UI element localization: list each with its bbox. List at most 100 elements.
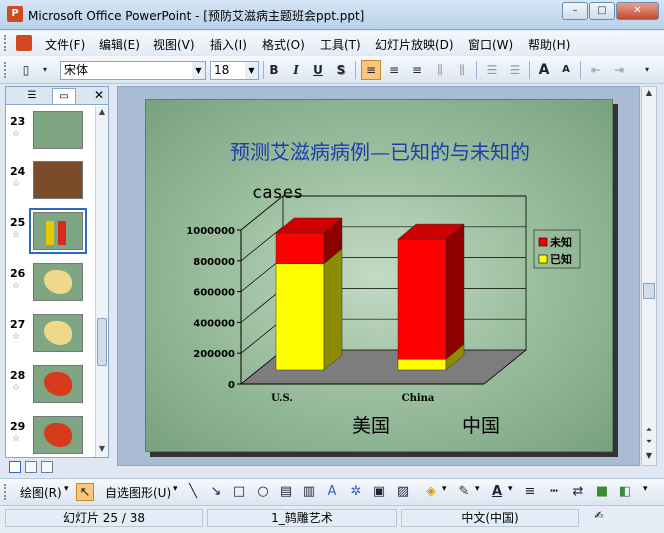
shadow-style-icon[interactable]: ■ bbox=[593, 483, 611, 501]
slide-thumbnail[interactable] bbox=[33, 416, 83, 454]
slide-thumbnail[interactable] bbox=[33, 365, 83, 403]
slide-thumbnail-row[interactable]: 29 ☆ bbox=[6, 411, 94, 457]
fill-color-icon[interactable]: ◈ bbox=[422, 483, 440, 501]
slide-thumbnail[interactable] bbox=[33, 314, 83, 352]
pane-scrollbar[interactable]: ▲ ▼ bbox=[95, 106, 108, 457]
slide-thumbnail[interactable] bbox=[33, 111, 83, 149]
previous-slide-icon[interactable]: ⏶ bbox=[643, 425, 655, 437]
slide-thumbnail-row[interactable]: 23 ☆ bbox=[6, 106, 94, 156]
pane-close-icon[interactable]: ✕ bbox=[94, 88, 104, 102]
toolbar-options-icon[interactable]: ▾ bbox=[643, 484, 648, 494]
underline-button[interactable]: U bbox=[308, 60, 328, 80]
slide-thumbnail-row[interactable]: 25 ☆ bbox=[6, 207, 94, 257]
select-pointer-icon[interactable]: ↖ bbox=[76, 483, 94, 501]
powerpoint-app-icon[interactable]: P bbox=[7, 6, 23, 22]
slide-sorter-view-icon[interactable] bbox=[25, 461, 37, 473]
numbered-list-icon[interactable]: ☰ bbox=[482, 60, 502, 80]
font-size-select[interactable]: 18 ▼ bbox=[210, 61, 259, 80]
slide-scrollbar[interactable]: ▲ ⏶ ⏷ ▼ bbox=[641, 86, 657, 466]
scroll-down-icon[interactable]: ▼ bbox=[97, 444, 107, 456]
slide-thumbnail-selected[interactable] bbox=[29, 208, 87, 254]
slide-thumbnail-row[interactable]: 24 ☆ bbox=[6, 156, 94, 206]
chevron-down-icon[interactable]: ▾ bbox=[173, 484, 178, 494]
document-icon[interactable] bbox=[16, 35, 32, 51]
vertical-textbox-icon[interactable]: ▥ bbox=[300, 483, 318, 501]
picture-icon[interactable]: ▨ bbox=[394, 483, 412, 501]
current-slide[interactable]: 预测艾滋病病例—已知的与未知的 cases 0 200000 400000 60000… bbox=[145, 99, 613, 452]
menu-file[interactable]: 文件(F) bbox=[45, 36, 85, 53]
new-document-icon[interactable]: ▯ bbox=[16, 60, 36, 80]
minimize-button[interactable]: – bbox=[562, 2, 588, 20]
spelling-check-icon[interactable]: ✍ bbox=[590, 509, 608, 525]
shrink-font-button[interactable]: A bbox=[556, 60, 576, 80]
diagram-icon[interactable]: ✲ bbox=[347, 483, 365, 501]
slide-thumbnail[interactable] bbox=[33, 263, 83, 301]
scroll-up-icon[interactable]: ▲ bbox=[643, 88, 655, 100]
grow-font-button[interactable]: A bbox=[534, 60, 554, 80]
chevron-down-icon[interactable]: ▾ bbox=[442, 484, 447, 494]
scrollbar-thumb[interactable] bbox=[643, 283, 655, 299]
menu-slideshow[interactable]: 幻灯片放映(D) bbox=[375, 36, 454, 53]
menu-edit[interactable]: 编辑(E) bbox=[99, 36, 140, 53]
line-style-icon[interactable]: ≡ bbox=[521, 483, 539, 501]
line-color-icon[interactable]: ✎ bbox=[455, 483, 473, 501]
shadow-button[interactable]: S bbox=[331, 60, 351, 80]
menu-window[interactable]: 窗口(W) bbox=[468, 36, 513, 53]
toolbar-grip-handle[interactable] bbox=[4, 62, 8, 78]
menu-view[interactable]: 视图(V) bbox=[153, 36, 195, 53]
font-color-icon[interactable]: A bbox=[488, 483, 506, 501]
arrow-style-icon[interactable]: ⇄ bbox=[569, 483, 587, 501]
textbox-tool-icon[interactable]: ▤ bbox=[277, 483, 295, 501]
menu-tools[interactable]: 工具(T) bbox=[320, 36, 361, 53]
slideshow-view-icon[interactable] bbox=[41, 461, 53, 473]
slide-thumbnail-row[interactable]: 27 ☆ bbox=[6, 309, 94, 359]
wordart-icon[interactable]: A bbox=[323, 483, 341, 501]
chevron-down-icon[interactable]: ▼ bbox=[192, 62, 205, 79]
bulleted-list-icon[interactable]: ☰ bbox=[505, 60, 525, 80]
slide-thumbnail[interactable] bbox=[33, 161, 83, 199]
clipart-icon[interactable]: ▣ bbox=[370, 483, 388, 501]
next-slide-icon[interactable]: ⏷ bbox=[643, 437, 655, 449]
3d-style-icon[interactable]: ◧ bbox=[616, 483, 634, 501]
rectangle-tool-icon[interactable]: □ bbox=[230, 483, 248, 501]
increase-indent-icon[interactable]: ⇥ bbox=[609, 60, 629, 80]
autoshapes-menu-button[interactable]: 自选图形(U) bbox=[105, 484, 171, 501]
align-left-icon[interactable]: ≡ bbox=[361, 60, 381, 80]
dash-style-icon[interactable]: ┅ bbox=[545, 483, 563, 501]
menu-grip-handle[interactable] bbox=[4, 35, 8, 51]
design-template-name[interactable]: 1_鸫雕艺术 bbox=[207, 509, 397, 527]
maximize-button[interactable]: □ bbox=[589, 2, 615, 20]
font-name-select[interactable]: 宋体 ▼ bbox=[60, 61, 206, 80]
chevron-down-icon[interactable]: ▾ bbox=[475, 484, 480, 494]
chevron-down-icon[interactable]: ▼ bbox=[245, 62, 258, 79]
toolbar-options-icon[interactable]: ▾ bbox=[38, 60, 52, 80]
outline-tab-icon[interactable]: ☰ bbox=[20, 88, 44, 104]
scroll-up-icon[interactable]: ▲ bbox=[97, 107, 107, 119]
slide-thumbnail-row[interactable]: 28 ☆ bbox=[6, 360, 94, 410]
distribute-horizontal-icon[interactable]: ⫼ bbox=[452, 60, 472, 80]
italic-button[interactable]: I bbox=[286, 60, 306, 80]
chevron-down-icon[interactable]: ▾ bbox=[64, 484, 69, 494]
chevron-down-icon[interactable]: ▾ bbox=[508, 484, 513, 494]
arrow-tool-icon[interactable]: ↘ bbox=[207, 483, 225, 501]
menu-help[interactable]: 帮助(H) bbox=[528, 36, 570, 53]
close-button[interactable]: ✕ bbox=[616, 2, 659, 20]
normal-view-icon[interactable] bbox=[9, 461, 21, 473]
align-center-icon[interactable]: ≡ bbox=[384, 60, 404, 80]
distribute-vertical-icon[interactable]: ⫼ bbox=[430, 60, 450, 80]
align-right-icon[interactable]: ≡ bbox=[407, 60, 427, 80]
oval-tool-icon[interactable]: ○ bbox=[254, 483, 272, 501]
decrease-indent-icon[interactable]: ⇤ bbox=[586, 60, 606, 80]
scroll-down-icon[interactable]: ▼ bbox=[643, 451, 655, 463]
slide-thumbnail-row[interactable]: 26 ☆ bbox=[6, 258, 94, 308]
chart[interactable]: 0 200000 400000 600000 800000 1000000 U.S. Chin… bbox=[146, 100, 613, 452]
toolbar-options-icon[interactable]: ▾ bbox=[640, 60, 654, 80]
line-tool-icon[interactable]: ╲ bbox=[184, 483, 202, 501]
language-indicator[interactable]: 中文(中国) bbox=[401, 509, 579, 527]
draw-menu-button[interactable]: 绘图(R) bbox=[20, 484, 62, 501]
menu-format[interactable]: 格式(O) bbox=[262, 36, 305, 53]
bold-button[interactable]: B bbox=[264, 60, 284, 80]
slides-tab-icon[interactable]: ▭ bbox=[52, 88, 76, 104]
scrollbar-thumb[interactable] bbox=[97, 318, 107, 366]
toolbar-grip-handle[interactable] bbox=[4, 484, 8, 500]
